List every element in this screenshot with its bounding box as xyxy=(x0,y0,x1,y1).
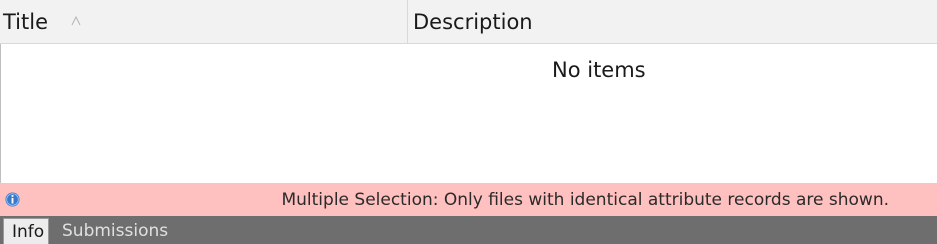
attribute-panel: Title Description No items Multiple Sele… xyxy=(0,0,937,244)
sort-ascending-icon xyxy=(71,16,81,26)
tab-submissions[interactable]: Submissions xyxy=(60,218,168,244)
column-header-title-label: Title xyxy=(3,10,49,34)
tab-info[interactable]: Info xyxy=(3,218,49,244)
info-icon xyxy=(5,192,20,207)
info-banner: Multiple Selection: Only files with iden… xyxy=(0,183,937,216)
empty-message: No items xyxy=(552,58,646,82)
info-banner-text: Multiple Selection: Only files with iden… xyxy=(281,190,889,210)
table-body: No items xyxy=(0,44,937,183)
column-header-title[interactable]: Title xyxy=(0,0,408,43)
tab-bar: Info Submissions xyxy=(0,216,937,244)
column-header-description-label: Description xyxy=(413,10,533,34)
column-header-description[interactable]: Description xyxy=(409,0,937,43)
table-header: Title Description xyxy=(0,0,937,44)
